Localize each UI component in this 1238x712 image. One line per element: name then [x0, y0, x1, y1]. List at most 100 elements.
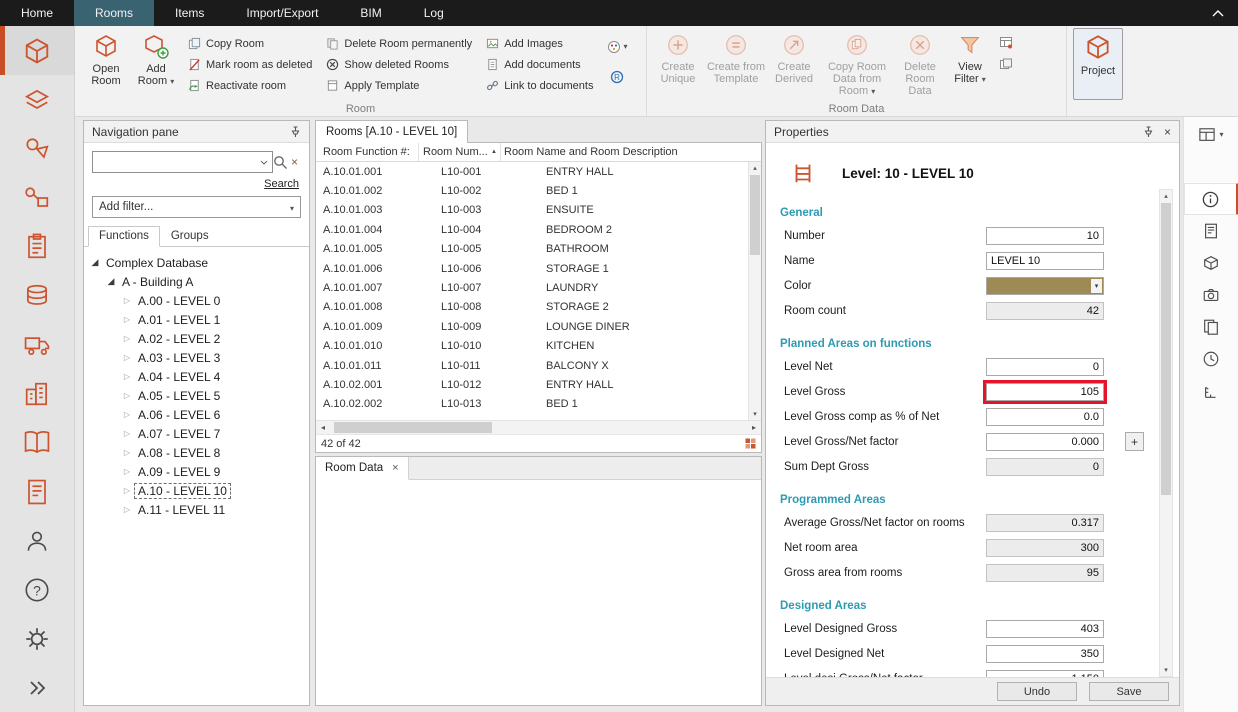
table-row[interactable]: A.10.01.002L10-002BED 1 [316, 181, 748, 200]
view-filter-button[interactable]: View Filter ▾ [945, 28, 995, 100]
documents-panel-button[interactable] [1184, 311, 1238, 343]
sidebar-item-reports[interactable] [0, 467, 74, 516]
scroll-up-icon[interactable]: ▴ [749, 162, 761, 174]
view-layout-button[interactable]: ▾ [1184, 121, 1238, 149]
field-input-number[interactable] [986, 227, 1104, 245]
search-link[interactable]: Search [264, 178, 299, 190]
expand-toggle-icon[interactable]: ▷ [120, 410, 134, 419]
info-panel-button[interactable] [1184, 183, 1238, 215]
create-from-template-button[interactable]: Create from Template [703, 28, 769, 100]
table-row[interactable]: A.10.01.007L10-007LAUNDRY [316, 278, 748, 297]
collapse-toggle-icon[interactable]: ◢ [104, 276, 118, 287]
notes-panel-button[interactable] [1184, 215, 1238, 247]
field-input-level-designed-net[interactable] [986, 645, 1104, 663]
expand-toggle-icon[interactable]: ▷ [120, 334, 134, 343]
reactivate-room-button[interactable]: Reactivate room [185, 75, 315, 96]
add-field-button[interactable]: + [1125, 432, 1144, 451]
apply-template-button[interactable]: Apply Template [323, 75, 475, 96]
room-data-table-icon[interactable] [999, 36, 1013, 49]
table-row[interactable]: A.10.01.011L10-011BALCONY X [316, 356, 748, 375]
field-input-sum-dept-gross[interactable] [986, 458, 1104, 476]
tab-functions[interactable]: Functions [88, 226, 160, 247]
search-input[interactable] [93, 153, 256, 171]
circled-r-button[interactable]: R [607, 66, 627, 87]
room-data-tab[interactable]: Room Data × [316, 457, 409, 480]
tree-item-a-01-level-1[interactable]: ▷A.01 - LEVEL 1 [84, 310, 309, 329]
sidebar-item-function-links[interactable] [0, 173, 74, 222]
expand-toggle-icon[interactable]: ▷ [120, 448, 134, 457]
table-row[interactable]: A.10.01.004L10-004BEDROOM 2 [316, 220, 748, 239]
tree-item-a-08-level-8[interactable]: ▷A.08 - LEVEL 8 [84, 443, 309, 462]
room-legend-icon[interactable] [745, 438, 756, 449]
copy-room-button[interactable]: Copy Room [185, 33, 315, 54]
expand-toggle-icon[interactable]: ▷ [120, 429, 134, 438]
table-row[interactable]: A.10.01.003L10-003ENSUITE [316, 201, 748, 220]
menu-tab-home[interactable]: Home [0, 0, 74, 26]
search-icon[interactable] [273, 155, 288, 170]
sidebar-item-logistics[interactable] [0, 320, 74, 369]
vertical-scrollbar[interactable]: ▴ ▾ [748, 162, 761, 420]
tree-item-a-03-level-3[interactable]: ▷A.03 - LEVEL 3 [84, 348, 309, 367]
column-header-room-function[interactable]: Room Function #: [316, 143, 419, 161]
tree-item-a-05-level-5[interactable]: ▷A.05 - LEVEL 5 [84, 386, 309, 405]
table-row[interactable]: A.10.01.005L10-005BATHROOM [316, 240, 748, 259]
expand-toggle-icon[interactable]: ▷ [120, 315, 134, 324]
search-options-icon[interactable] [256, 160, 272, 165]
sidebar-item-buildings[interactable] [0, 369, 74, 418]
pin-icon[interactable] [290, 126, 301, 138]
field-input-level-gross-net-factor[interactable] [986, 433, 1104, 451]
scrollbar-thumb[interactable] [1161, 203, 1171, 495]
table-row[interactable]: A.10.01.001L10-001ENTRY HALL [316, 162, 748, 181]
scrollbar-thumb[interactable] [334, 422, 492, 433]
add-documents-button[interactable]: Add documents [483, 54, 596, 75]
menu-tab-import-export[interactable]: Import/Export [225, 0, 339, 26]
sidebar-item-help[interactable]: ? [0, 565, 74, 614]
field-input-level-desi-gross-net-factor[interactable] [986, 670, 1104, 678]
add-filter-dropdown[interactable]: Add filter... ▾ [92, 196, 301, 218]
field-input-average-gross-net-factor-on-rooms[interactable] [986, 514, 1104, 532]
expand-toggle-icon[interactable]: ▷ [120, 353, 134, 362]
delete-room-data-button[interactable]: Delete Room Data [895, 28, 945, 100]
table-row[interactable]: A.10.02.001L10-012ENTRY HALL [316, 375, 748, 394]
expand-toggle-icon[interactable]: ▷ [120, 372, 134, 381]
add-room-button[interactable]: Add Room ▾ [131, 28, 181, 100]
horizontal-scrollbar[interactable]: ◂ ▸ [316, 420, 761, 434]
table-row[interactable]: A.10.02.002L10-013BED 1 [316, 395, 748, 414]
sidebar-item-settings[interactable] [0, 614, 74, 663]
scrollbar-track[interactable] [330, 421, 747, 434]
field-input-level-gross[interactable] [986, 383, 1104, 401]
undo-button[interactable]: Undo [997, 682, 1077, 701]
field-input-room-count[interactable] [986, 302, 1104, 320]
column-header-room-name[interactable]: Room Name and Room Description [501, 143, 761, 161]
room-color-button[interactable]: ▾ [604, 36, 630, 57]
expand-toggle-icon[interactable]: ▷ [120, 486, 134, 495]
field-input-name[interactable] [986, 252, 1104, 270]
field-input-level-net[interactable] [986, 358, 1104, 376]
sidebar-item-items[interactable] [0, 222, 74, 271]
collapse-toggle-icon[interactable]: ◢ [88, 257, 102, 268]
expand-toggle-icon[interactable]: ▷ [120, 505, 134, 514]
rooms-tab[interactable]: Rooms [A.10 - LEVEL 10] [315, 120, 468, 143]
save-button[interactable]: Save [1089, 682, 1169, 701]
tree-item-a-10-level-10[interactable]: ▷A.10 - LEVEL 10 [84, 481, 309, 500]
open-room-button[interactable]: Open Room [81, 28, 131, 100]
pin-icon[interactable] [1143, 126, 1154, 138]
delete-room-permanently-button[interactable]: Delete Room permanently [323, 33, 475, 54]
tree-item-a-06-level-6[interactable]: ▷A.06 - LEVEL 6 [84, 405, 309, 424]
mark-room-deleted-button[interactable]: Mark room as deleted [185, 54, 315, 75]
close-tab-icon[interactable]: × [392, 462, 398, 474]
search-box[interactable] [92, 151, 273, 173]
sidebar-item-user[interactable] [0, 516, 74, 565]
menu-tab-bim[interactable]: BIM [339, 0, 402, 26]
sidebar-item-finance[interactable] [0, 271, 74, 320]
field-input-net-room-area[interactable] [986, 539, 1104, 557]
color-swatch[interactable]: ▾ [986, 277, 1104, 295]
tree-item-complex-database[interactable]: ◢Complex Database [84, 253, 309, 272]
copy-room-data-button[interactable]: Copy Room Data from Room ▾ [819, 28, 895, 100]
model-panel-button[interactable] [1184, 247, 1238, 279]
project-button[interactable]: Project [1073, 28, 1123, 100]
scroll-right-icon[interactable]: ▸ [747, 423, 761, 432]
scroll-up-icon[interactable]: ▴ [1160, 190, 1172, 202]
scroll-left-icon[interactable]: ◂ [316, 423, 330, 432]
field-input-gross-area-from-rooms[interactable] [986, 564, 1104, 582]
